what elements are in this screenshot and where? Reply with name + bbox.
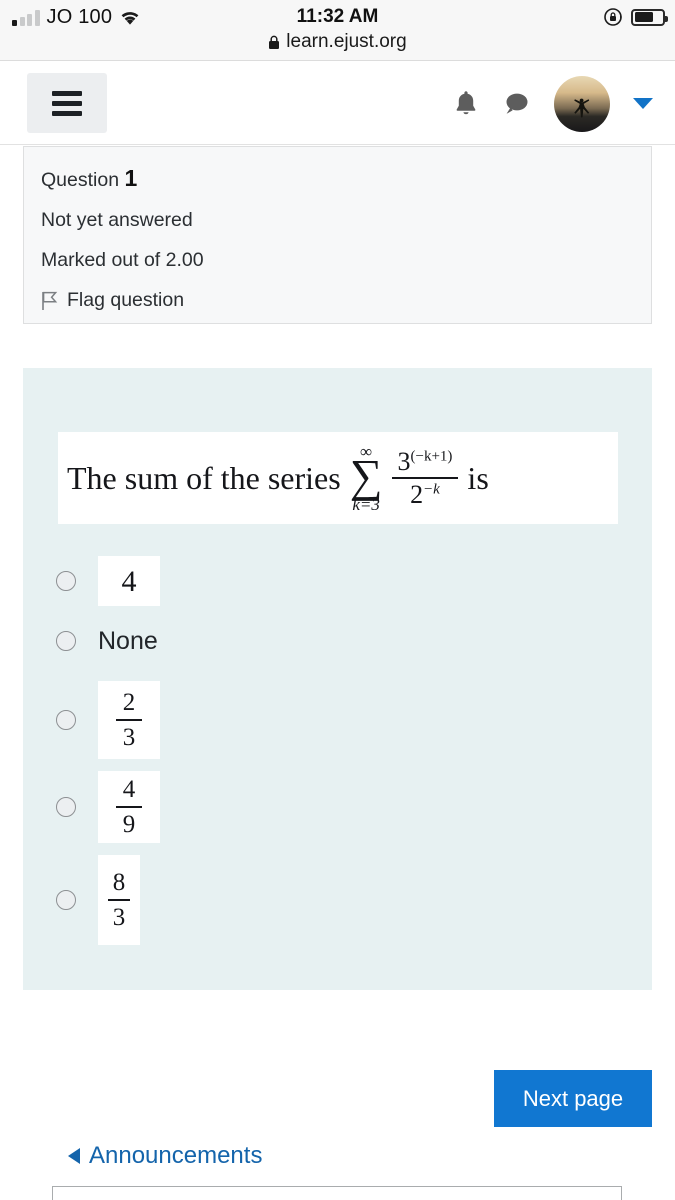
question-answer-card: The sum of the series ∞ ∑ k=3 3(−k+1) 2−… bbox=[23, 368, 652, 990]
answer-option-3[interactable]: 2 3 bbox=[56, 681, 616, 759]
sum-lower-limit: k=3 bbox=[352, 494, 380, 514]
triangle-left-icon bbox=[68, 1148, 80, 1164]
radio-button-1[interactable] bbox=[56, 571, 76, 591]
option-5-denominator: 3 bbox=[112, 904, 126, 931]
question-text-box: The sum of the series ∞ ∑ k=3 3(−k+1) 2−… bbox=[58, 432, 618, 524]
flag-question-button[interactable]: Flag question bbox=[41, 289, 651, 312]
flag-question-label: Flag question bbox=[67, 289, 185, 311]
math-fraction: 3(−k+1) 2−k bbox=[391, 448, 459, 508]
option-5-fraction-bar bbox=[108, 899, 130, 901]
option-4-denominator: 9 bbox=[122, 811, 136, 838]
question-info-box: Question 1 Not yet answered Marked out o… bbox=[23, 146, 652, 324]
question-text-prefix: The sum of the series bbox=[67, 459, 341, 496]
navbar-actions bbox=[454, 61, 653, 146]
option-5-image: 8 3 bbox=[98, 855, 140, 945]
flag-icon bbox=[41, 291, 58, 311]
answer-option-4[interactable]: 4 9 bbox=[56, 771, 616, 843]
announcements-label: Announcements bbox=[89, 1142, 263, 1169]
numerator-exponent: (−k+1) bbox=[410, 448, 453, 465]
clock-label: 11:32 AM bbox=[296, 6, 379, 27]
option-4-image: 4 9 bbox=[98, 771, 160, 843]
chat-bubble-icon[interactable] bbox=[501, 91, 531, 116]
status-bar-right bbox=[603, 7, 668, 27]
answer-option-5[interactable]: 8 3 bbox=[56, 855, 616, 945]
option-3-image: 2 3 bbox=[98, 681, 160, 759]
fraction-denominator: 2−k bbox=[404, 479, 446, 508]
radio-button-3[interactable] bbox=[56, 710, 76, 730]
denominator-base: 2 bbox=[410, 479, 424, 509]
question-text-suffix: is bbox=[467, 459, 489, 496]
option-2-label: None bbox=[98, 626, 158, 655]
answer-option-1[interactable]: 4 bbox=[56, 556, 616, 606]
rotation-lock-icon bbox=[603, 7, 623, 27]
bell-icon[interactable] bbox=[454, 90, 478, 117]
option-1-value: 4 bbox=[121, 564, 137, 598]
option-5-numerator: 8 bbox=[112, 868, 126, 896]
radio-button-4[interactable] bbox=[56, 797, 76, 817]
option-4-fraction-bar bbox=[116, 806, 142, 808]
question-number: 1 bbox=[124, 165, 138, 191]
numerator-base: 3 bbox=[397, 447, 411, 477]
announcements-link[interactable]: Announcements bbox=[68, 1142, 262, 1170]
answer-option-2[interactable]: None bbox=[56, 618, 616, 664]
bottom-panel bbox=[52, 1186, 622, 1200]
answer-options-list: 4 None 2 3 4 9 8 3 bbox=[56, 556, 616, 945]
radio-button-2[interactable] bbox=[56, 631, 76, 651]
option-3-numerator: 2 bbox=[122, 688, 136, 716]
option-4-numerator: 4 bbox=[122, 775, 136, 803]
math-expression: The sum of the series ∞ ∑ k=3 3(−k+1) 2−… bbox=[67, 443, 489, 513]
summation-symbol: ∞ ∑ k=3 bbox=[350, 443, 383, 513]
user-avatar[interactable] bbox=[554, 75, 610, 132]
lock-icon bbox=[268, 35, 280, 50]
question-number-line: Question 1 bbox=[41, 165, 651, 192]
question-label: Question bbox=[41, 169, 120, 191]
address-bar[interactable]: learn.ejust.org bbox=[0, 31, 675, 53]
option-3-fraction-bar bbox=[116, 719, 142, 721]
caret-down-icon[interactable] bbox=[633, 98, 653, 109]
option-3-denominator: 3 bbox=[122, 724, 136, 751]
site-navbar bbox=[0, 60, 675, 145]
fraction-numerator: 3(−k+1) bbox=[392, 448, 459, 476]
option-1-image: 4 bbox=[98, 556, 160, 606]
status-bar: JO 100 11:32 AM learn.ejust.org bbox=[0, 0, 675, 60]
hamburger-menu-icon[interactable] bbox=[27, 73, 107, 133]
url-text: learn.ejust.org bbox=[286, 31, 407, 52]
sigma-glyph: ∑ bbox=[349, 450, 383, 502]
question-status: Not yet answered bbox=[41, 209, 193, 231]
denominator-exponent: −k bbox=[423, 480, 440, 497]
next-page-button[interactable]: Next page bbox=[494, 1070, 652, 1127]
app-screen: JO 100 11:32 AM learn.ejust.org Question… bbox=[0, 0, 675, 1200]
question-marks: Marked out of 2.00 bbox=[41, 249, 204, 271]
radio-button-5[interactable] bbox=[56, 890, 76, 910]
battery-icon bbox=[631, 8, 668, 26]
